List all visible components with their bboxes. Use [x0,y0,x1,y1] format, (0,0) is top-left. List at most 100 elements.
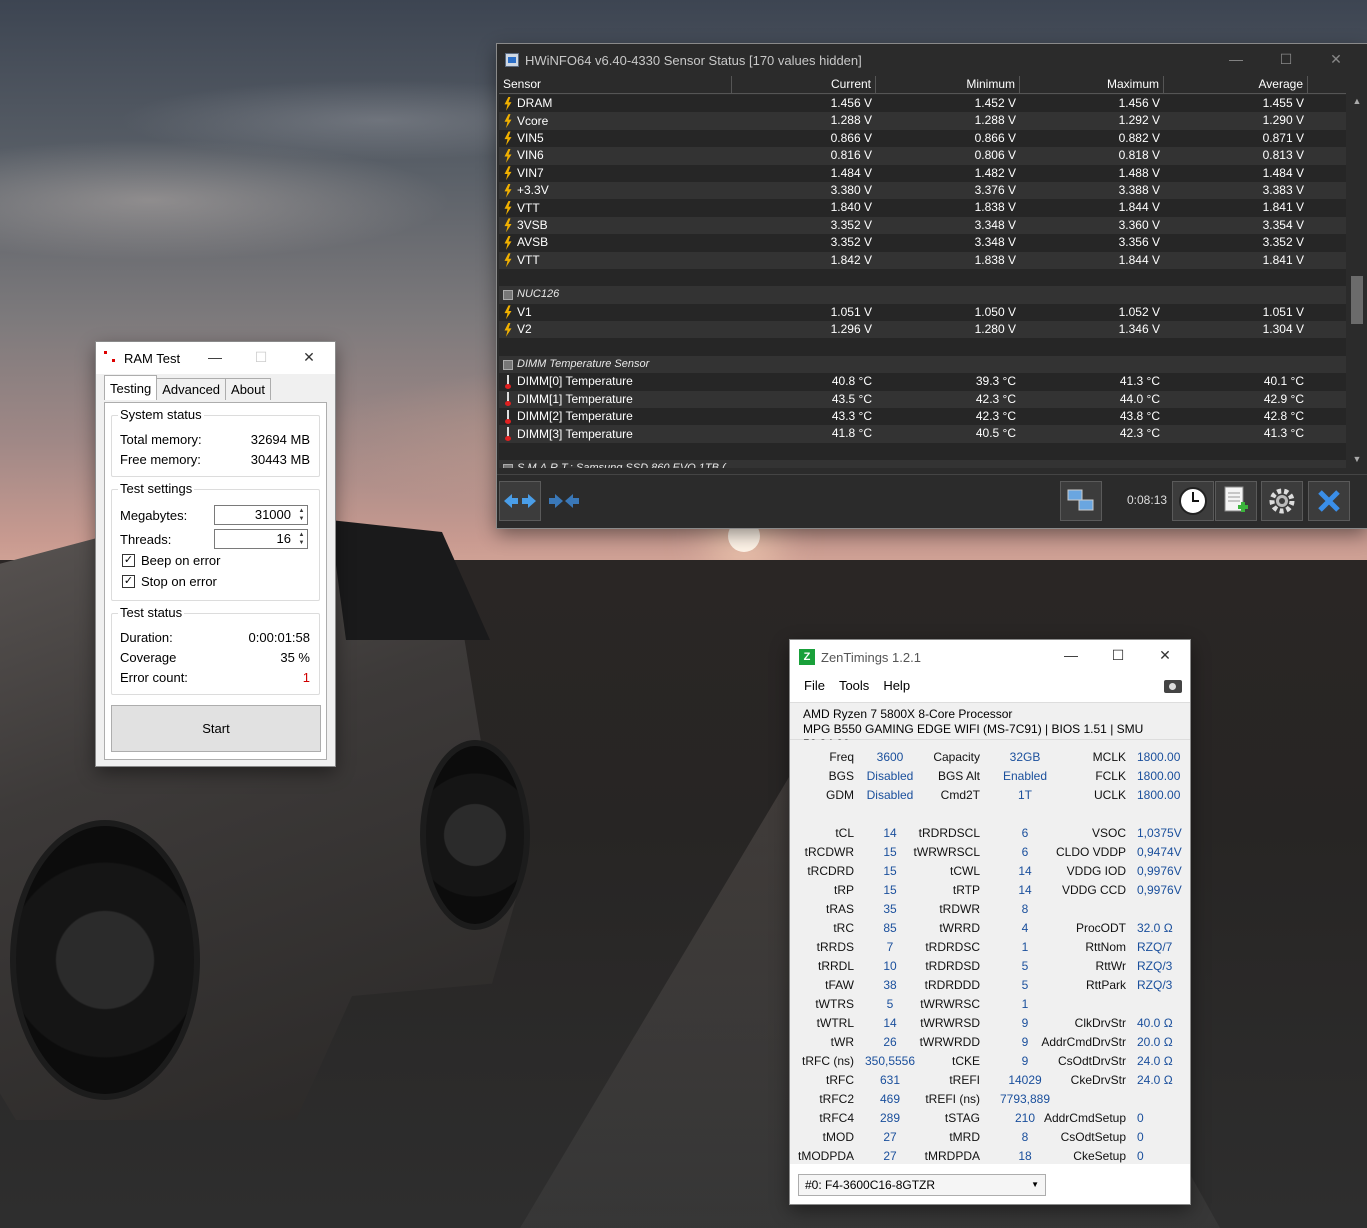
timing-label: tRRDL [817,959,854,973]
tab-testing[interactable]: Testing [104,375,158,400]
timing-label: tWTRS [815,997,854,1011]
timing-label: VDDG CCD [1061,883,1126,897]
timing-label: UCLK [1093,788,1126,802]
sensor-row[interactable]: DIMM[3] Temperature 41.8 °C 40.5 °C 42.3 °C… [499,425,1346,443]
chevron-down-icon[interactable]: ▼ [1031,1175,1039,1195]
voltage-icon [504,114,512,129]
current-value: 40.8 °C [831,374,872,389]
free-memory-label: Free memory: [120,452,201,467]
sensor-row[interactable]: V2 1.296 V 1.280 V 1.346 V 1.304 V [499,321,1346,339]
close-button[interactable]: ✕ [286,342,332,372]
vertical-scrollbar[interactable]: ▲ ▼ [1349,76,1365,468]
beep-on-error-checkbox[interactable]: ✓ Beep on error [122,553,221,568]
column-header-minimum[interactable]: Minimum [876,76,1020,93]
sensor-name-cell: S.M.A.R.T.: Samsung SSD 860 EVO 1TB ( [499,460,732,468]
column-header-current[interactable]: Current [732,76,876,93]
menu-file[interactable]: File [804,678,825,693]
report-icon[interactable] [1215,481,1257,521]
hwinfo-titlebar[interactable]: HWiNFO64 v6.40-4330 Sensor Status [170 v… [497,44,1367,76]
network-icon[interactable] [1060,481,1102,521]
error-count-row: Error count: 1 [120,670,310,685]
checkbox-checked-icon[interactable]: ✓ [122,575,135,588]
sensor-row[interactable]: VTT 1.840 V 1.838 V 1.844 V 1.841 V [499,199,1346,217]
sensor-group-row[interactable]: S.M.A.R.T.: Samsung SSD 860 EVO 1TB ( [499,460,1346,468]
minimize-button[interactable]: — [192,342,238,372]
sensor-group-row[interactable]: DIMM Temperature Sensor [499,355,1346,374]
stop-on-error-checkbox[interactable]: ✓ Stop on error [122,574,217,589]
maximum-value: 0.882 V [1118,130,1160,145]
threads-spinner-icon[interactable]: ▲ ▼ [297,531,306,547]
sensor-row[interactable]: DIMM[1] Temperature 43.5 °C 42.3 °C 44.0 °C… [499,390,1346,409]
minimum-value [876,460,1020,468]
ramtest-tabs: Testing Advanced About [104,375,272,400]
start-button[interactable]: Start [111,705,321,752]
voltage-icon [504,96,512,111]
timing-label: CkeSetup [1073,1149,1126,1163]
expand-arrows-icon[interactable] [499,481,541,521]
sensor-row[interactable]: DIMM[2] Temperature 43.3 °C 42.3 °C 43.8 °C… [499,408,1346,426]
blank-row[interactable] [499,442,1346,461]
sensor-name: DIMM Temperature Sensor [517,358,650,371]
tab-about[interactable]: About [225,378,272,400]
thermometer-icon [503,392,513,407]
timing-label: RttPark [1085,978,1126,992]
gear-icon[interactable] [1261,481,1303,521]
hwinfo-app-icon [505,53,519,67]
sensor-name-cell: VIN7 [499,165,732,182]
sensor-row[interactable]: VIN7 1.484 V 1.482 V 1.488 V 1.484 V [499,164,1346,182]
collapse-arrows-icon[interactable] [543,481,585,521]
column-header-maximum[interactable]: Maximum [1020,76,1164,93]
maximize-button[interactable]: ☐ [1263,44,1309,74]
sensor-group-row[interactable]: NUC126 [499,286,1346,304]
scroll-up-arrow-icon[interactable]: ▲ [1352,96,1362,106]
camera-icon[interactable] [1164,680,1182,693]
ramtest-titlebar[interactable]: RAM Test — ☐ ✕ [96,342,335,374]
sensor-row[interactable]: V1 1.051 V 1.050 V 1.052 V 1.051 V [499,303,1346,322]
minimum-value: 1.482 V [974,165,1016,180]
dimm-select-value: #0: F4-3600C16-8GTZR [805,1178,936,1192]
timing-label: BGS Alt [937,769,980,783]
test-settings-group: Test settings Megabytes: 31000 ▲ ▼ Threads… [111,481,320,601]
sensor-row[interactable]: VIN5 0.866 V 0.866 V 0.882 V 0.871 V [499,129,1346,148]
menu-help[interactable]: Help [883,678,910,693]
error-count-value: 1 [302,670,310,685]
sensor-row[interactable]: VIN6 0.816 V 0.806 V 0.818 V 0.813 V [499,147,1346,165]
close-icon[interactable] [1308,481,1350,521]
minimize-button[interactable]: — [1213,44,1259,74]
column-header-average[interactable]: Average [1164,76,1308,93]
dimm-select[interactable]: #0: F4-3600C16-8GTZR ▼ [798,1174,1046,1196]
minimize-button[interactable]: — [1048,640,1094,670]
blank-row[interactable] [499,268,1346,287]
beep-on-error-label: Beep on error [141,553,221,568]
sensor-row[interactable]: AVSB 3.352 V 3.348 V 3.356 V 3.352 V [499,234,1346,252]
menu-tools[interactable]: Tools [839,678,869,693]
clock-icon[interactable] [1172,481,1214,521]
zentimings-titlebar[interactable]: Z ZenTimings 1.2.1 — ☐ ✕ [790,640,1190,674]
sensor-row[interactable]: VTT 1.842 V 1.838 V 1.844 V 1.841 V [499,251,1346,269]
megabytes-spinner-icon[interactable]: ▲ ▼ [297,507,306,523]
sensor-row[interactable]: DRAM 1.456 V 1.452 V 1.456 V 1.455 V [499,95,1346,113]
threads-input[interactable]: 16 ▲ ▼ [214,529,308,549]
sensor-row[interactable]: DIMM[0] Temperature 40.8 °C 39.3 °C 41.3 °C… [499,373,1346,391]
scroll-down-arrow-icon[interactable]: ▼ [1352,454,1362,464]
close-button[interactable]: ✕ [1142,640,1188,670]
maximum-value [1020,356,1164,373]
maximum-value: 1.844 V [1118,200,1160,215]
timings-grid: Freq 3600 BGS Disabled GDM Disabled tCL 14 tRCDW… [790,740,1190,1164]
sensor-row[interactable]: 3VSB 3.352 V 3.348 V 3.360 V 3.354 V [499,216,1346,235]
tab-advanced[interactable]: Advanced [156,378,227,400]
maximize-button[interactable]: ☐ [1095,640,1141,670]
scrollbar-thumb[interactable] [1351,276,1363,324]
checkbox-checked-icon[interactable]: ✓ [122,554,135,567]
column-header-sensor[interactable]: Sensor [499,76,732,93]
sensor-row[interactable]: +3.3V 3.380 V 3.376 V 3.388 V 3.383 V [499,181,1346,200]
megabytes-input[interactable]: 31000 ▲ ▼ [214,505,308,525]
sensor-name-cell: 3VSB [499,217,732,234]
zentimings-window: Z ZenTimings 1.2.1 — ☐ ✕ File Tools Help… [790,640,1190,1204]
close-button[interactable]: ✕ [1313,44,1359,74]
threads-label-text: Threads: [120,532,172,547]
blank-row[interactable] [499,338,1346,356]
sensor-row[interactable]: Vcore 1.288 V 1.288 V 1.292 V 1.290 V [499,112,1346,130]
timing-label: CsOdtSetup [1060,1130,1126,1144]
minimum-value: 42.3 °C [975,391,1016,406]
